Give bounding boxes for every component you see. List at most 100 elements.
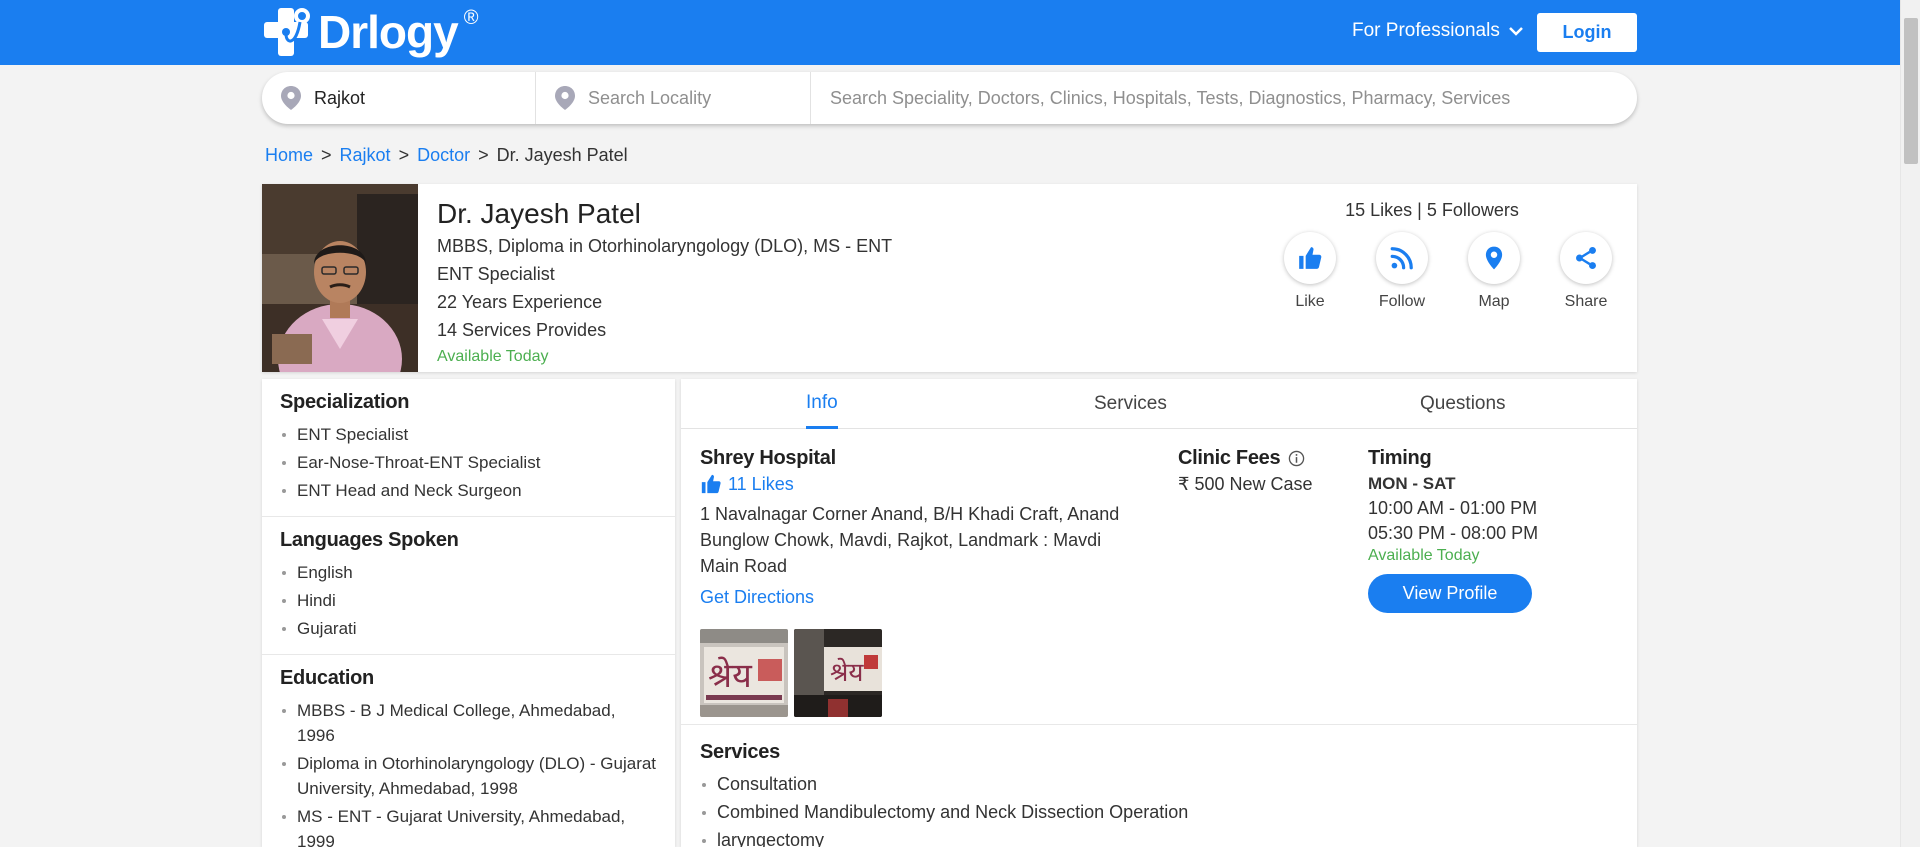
clinic-fees-heading: Clinic Fees [1178,447,1305,470]
share-icon [1576,246,1596,270]
svg-text:श्रेय: श्रेय [708,656,753,696]
doctor-name: Dr. Jayesh Patel [437,198,641,229]
doctor-specialty: ENT Specialist [437,264,555,284]
follow-button[interactable]: Follow [1356,232,1448,311]
languages-title: Languages Spoken [280,529,459,551]
profile-actions: Like Follow Map Share [1264,232,1632,311]
clinic-card: Shrey Hospital 11 Likes 1 Navalnagar Cor… [681,429,1637,725]
specialization-title: Specialization [280,391,410,413]
clinic-address: 1 Navalnagar Corner Anand, B/H Khadi Cra… [700,504,1120,576]
for-professionals-menu[interactable]: For Professionals [1352,20,1524,42]
languages-section: Languages Spoken English Hindi Gujarati [262,517,675,655]
doctor-photo[interactable] [262,184,418,372]
tab-info[interactable]: Info [806,379,838,429]
doctor-profile-card: Dr. Jayesh Patel MBBS, Diploma in Otorhi… [262,184,1637,372]
clinic-photo-thumbnail[interactable]: श्रेय [794,629,882,717]
doctor-experience: 22 Years Experience [437,292,603,312]
breadcrumb-home[interactable]: Home [265,145,313,165]
page-scrollbar[interactable] [1900,0,1920,847]
timing-availability: Available Today [1368,547,1480,564]
list-item: Diploma in Otorhinolaryngology (DLO) - G… [280,751,657,801]
thumbs-up-icon [701,474,721,494]
view-profile-button[interactable]: View Profile [1368,574,1532,613]
education-section: Education MBBS - B J Medical College, Ah… [262,655,675,847]
clinic-name[interactable]: Shrey Hospital [700,447,836,470]
city-input[interactable] [314,87,535,109]
list-item: laryngectomy [700,828,1188,847]
share-label: Share [1564,293,1608,310]
list-item: Gujarati [280,616,657,641]
breadcrumb-separator: > [398,145,410,165]
scrollbar-thumb[interactable] [1904,18,1918,164]
for-professionals-label: For Professionals [1352,20,1500,41]
list-item: ENT Specialist [280,422,657,447]
info-icon[interactable] [1288,450,1305,467]
like-circle[interactable] [1284,232,1336,284]
specialization-list: ENT Specialist Ear-Nose-Throat-ENT Speci… [280,422,657,503]
top-header: Drlogy ® For Professionals Login [0,0,1900,65]
breadcrumb-current: Dr. Jayesh Patel [496,145,628,165]
services-title: Services [700,741,780,763]
breadcrumb-doctor[interactable]: Doctor [417,145,470,165]
clinic-signboard-image: श्रेय [700,629,788,717]
list-item: Ear-Nose-Throat-ENT Specialist [280,450,657,475]
login-button[interactable]: Login [1537,13,1637,52]
availability-status: Available Today [437,348,549,365]
map-button[interactable]: Map [1448,232,1540,311]
specialization-section: Specialization ENT Specialist Ear-Nose-T… [262,379,675,517]
logo-text: Drlogy [318,6,459,58]
search-bar [262,72,1637,124]
breadcrumb-separator: > [321,145,332,165]
timing-slot: 10:00 AM - 01:00 PM [1368,498,1538,518]
like-button[interactable]: Like [1264,232,1356,311]
search-input[interactable] [830,87,1637,109]
follow-circle[interactable] [1376,232,1428,284]
clinic-likes-label: 11 Likes [728,473,794,494]
timing-slot: 05:30 PM - 08:00 PM [1368,523,1539,543]
clinic-photo-thumbnail[interactable]: श्रेय [700,629,788,717]
share-circle[interactable] [1560,232,1612,284]
doctor-degree: MBBS, Diploma in Otorhinolaryngology (DL… [437,236,893,256]
breadcrumb-rajkot[interactable]: Rajkot [340,145,391,165]
get-directions-link[interactable]: Get Directions [700,587,814,608]
timing-days: MON - SAT [1368,474,1456,493]
doctor-portrait-image [262,184,418,372]
rss-icon [1390,247,1413,270]
languages-list: English Hindi Gujarati [280,560,657,641]
main-content-panel: Info Services Questions Shrey Hospital 1… [681,379,1637,847]
follow-label: Follow [1378,293,1426,310]
list-item: Combined Mandibulectomy and Neck Dissect… [700,800,1188,825]
clinic-photos: श्रेय श्रेय [700,629,882,717]
education-list: MBBS - B J Medical College, Ahmedabad, 1… [280,698,657,847]
clinic-fees-value: ₹ 500 New Case [1178,474,1313,494]
drlogy-logo[interactable]: Drlogy ® [262,6,478,58]
list-item: MBBS - B J Medical College, Ahmedabad, 1… [280,698,657,748]
locality-search-segment [536,72,811,124]
map-label: Map [1478,293,1510,310]
map-circle[interactable] [1468,232,1520,284]
query-search-segment [811,72,1637,124]
location-pin-icon [281,86,301,110]
clinic-building-image: श्रेय [794,629,882,717]
services-section: Services Consultation Combined Mandibule… [700,741,1188,847]
tab-questions[interactable]: Questions [1420,379,1506,429]
city-search-segment [262,72,536,124]
clinic-fees-title: Clinic Fees [1178,447,1281,469]
likes-followers-count: 15 Likes | 5 Followers [1345,200,1519,220]
tab-services[interactable]: Services [1094,379,1167,429]
list-item: MS - ENT - Gujarat University, Ahmedabad… [280,804,657,847]
doctor-services-count: 14 Services Provides [437,320,607,340]
clinic-likes[interactable]: 11 Likes [700,473,794,495]
share-button[interactable]: Share [1540,232,1632,311]
registered-mark: ® [463,6,479,29]
location-pin-icon [555,86,575,110]
profile-tabs: Info Services Questions [681,379,1637,429]
like-label: Like [1295,293,1325,310]
locality-input[interactable] [588,87,810,109]
services-list: Consultation Combined Mandibulectomy and… [700,772,1188,847]
list-item: Hindi [280,588,657,613]
list-item: ENT Head and Neck Surgeon [280,478,657,503]
breadcrumb-separator: > [478,145,489,165]
list-item: Consultation [700,772,1188,797]
timing-title: Timing [1368,447,1432,469]
